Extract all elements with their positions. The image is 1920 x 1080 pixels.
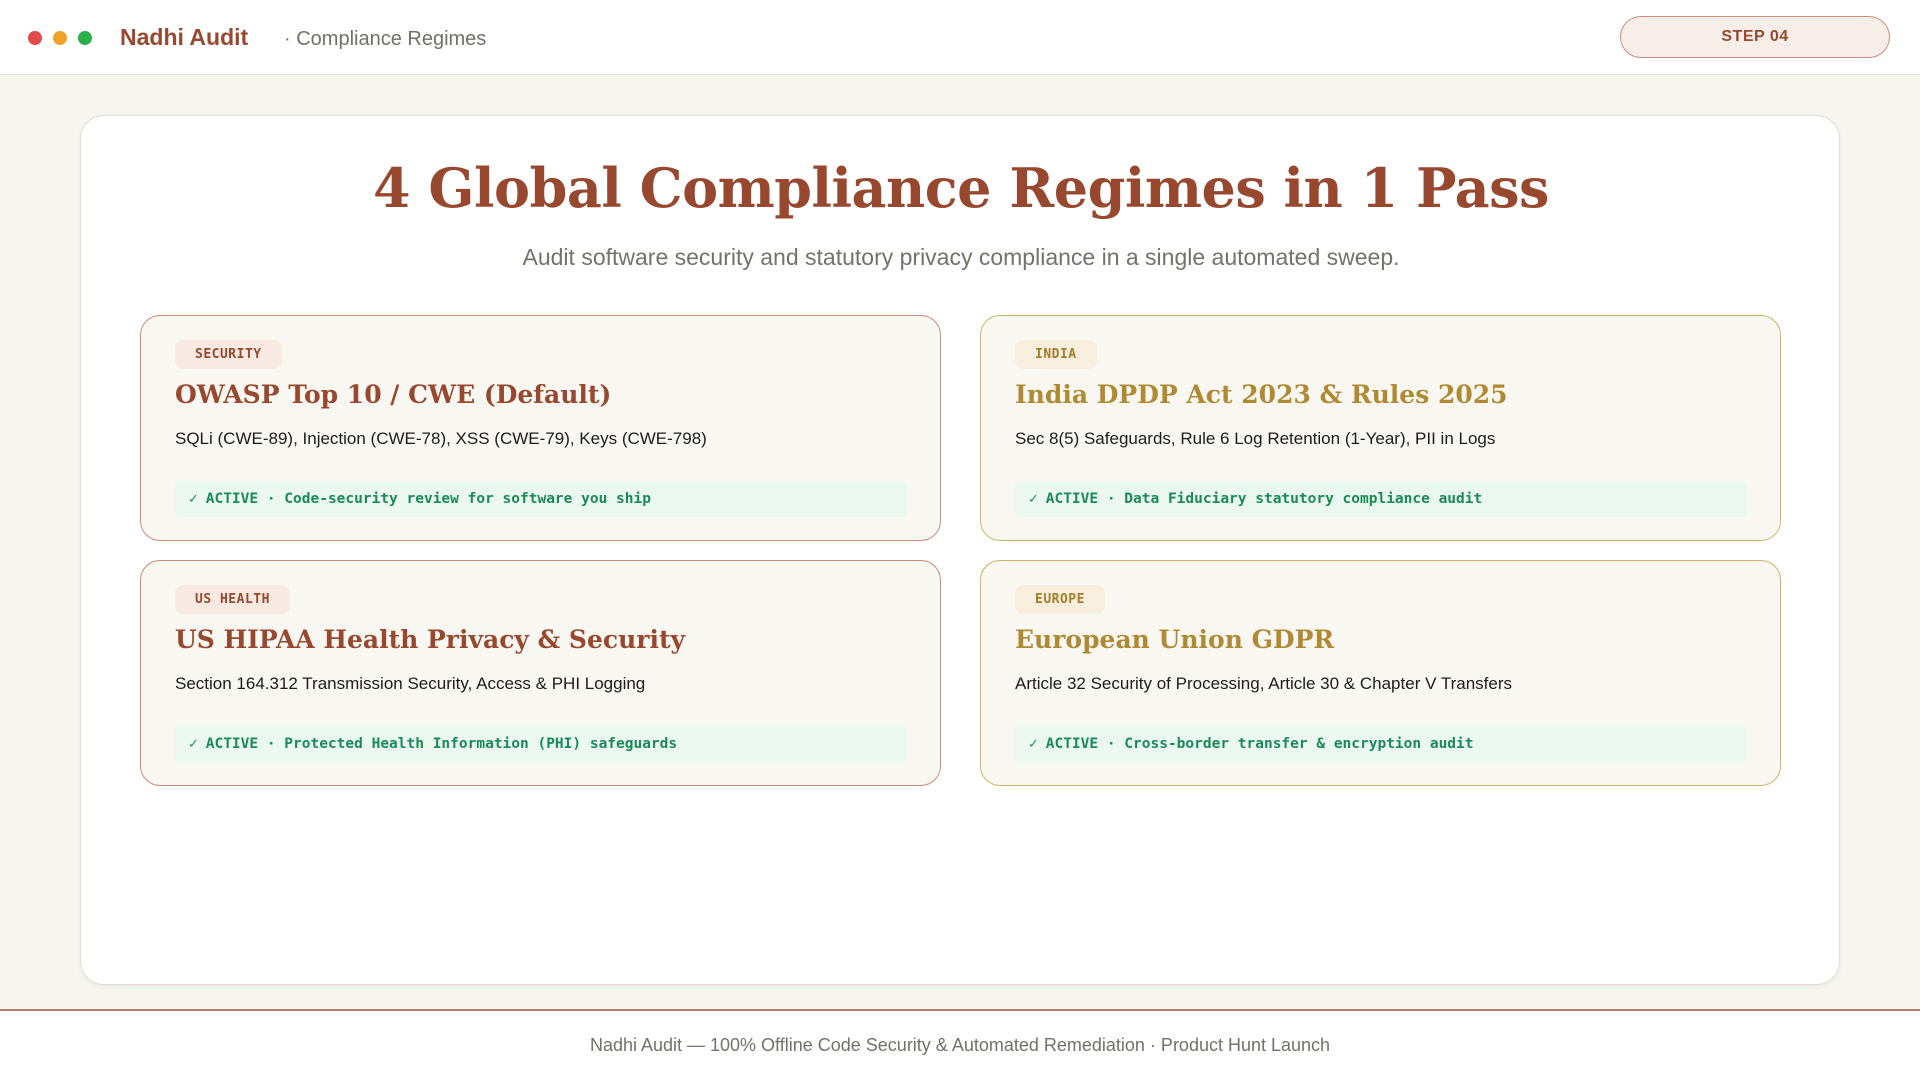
checkmark-icon: ✓ xyxy=(1029,491,1038,507)
regime-tag: INDIA xyxy=(1015,340,1097,369)
regime-title: India DPDP Act 2023 & Rules 2025 xyxy=(1015,380,1508,409)
regime-status: ✓ ACTIVE · Code-security review for soft… xyxy=(175,481,907,517)
regime-description: Section 164.312 Transmission Security, A… xyxy=(175,674,646,693)
regime-status-text: ACTIVE · Cross-border transfer & encrypt… xyxy=(1045,736,1474,752)
checkmark-icon: ✓ xyxy=(1029,736,1038,752)
regime-status-text: ACTIVE · Data Fiduciary statutory compli… xyxy=(1045,491,1483,507)
regime-description: Sec 8(5) Safeguards, Rule 6 Log Retentio… xyxy=(1015,429,1496,448)
regime-description: SQLi (CWE-89), Injection (CWE-78), XSS (… xyxy=(175,429,707,448)
regime-description: Article 32 Security of Processing, Artic… xyxy=(1015,674,1512,693)
regime-tag: EUROPE xyxy=(1015,585,1105,614)
checkmark-icon: ✓ xyxy=(189,491,198,507)
maximize-window-icon[interactable] xyxy=(78,31,92,45)
top-bar: Nadhi Audit · Compliance Regimes STEP 04 xyxy=(0,0,1920,75)
footer-text: Nadhi Audit — 100% Offline Code Security… xyxy=(589,1035,1331,1055)
regime-card-gdpr: EUROPE European Union GDPR Article 32 Se… xyxy=(980,560,1781,786)
regime-title: European Union GDPR xyxy=(1015,625,1335,654)
main-panel: 4 Global Compliance Regimes in 1 Pass Au… xyxy=(80,115,1840,985)
regime-title: US HIPAA Health Privacy & Security xyxy=(175,625,686,654)
regime-card-owasp: SECURITY OWASP Top 10 / CWE (Default) SQ… xyxy=(140,315,941,541)
regime-title: OWASP Top 10 / CWE (Default) xyxy=(175,380,612,409)
window-controls xyxy=(28,31,92,45)
brand-name: Nadhi Audit xyxy=(120,24,249,50)
regime-status-text: ACTIVE · Protected Health Information (P… xyxy=(205,736,678,752)
regime-status: ✓ ACTIVE · Cross-border transfer & encry… xyxy=(1015,726,1747,762)
regime-status: ✓ ACTIVE · Protected Health Information … xyxy=(175,726,907,762)
page-subtitle: Audit software security and statutory pr… xyxy=(522,244,1400,270)
step-badge: STEP 04 xyxy=(1620,16,1890,58)
regime-card-dpdp: INDIA India DPDP Act 2023 & Rules 2025 S… xyxy=(980,315,1781,541)
regime-status-text: ACTIVE · Code-security review for softwa… xyxy=(205,491,651,507)
regime-status: ✓ ACTIVE · Data Fiduciary statutory comp… xyxy=(1015,481,1747,517)
regime-tag: US HEALTH xyxy=(175,585,290,614)
regime-tag: SECURITY xyxy=(175,340,282,369)
minimize-window-icon[interactable] xyxy=(53,31,67,45)
breadcrumb: · Compliance Regimes xyxy=(284,28,487,50)
close-window-icon[interactable] xyxy=(28,31,42,45)
regime-card-hipaa: US HEALTH US HIPAA Health Privacy & Secu… xyxy=(140,560,941,786)
checkmark-icon: ✓ xyxy=(189,736,198,752)
page-title: 4 Global Compliance Regimes in 1 Pass xyxy=(373,156,1549,220)
